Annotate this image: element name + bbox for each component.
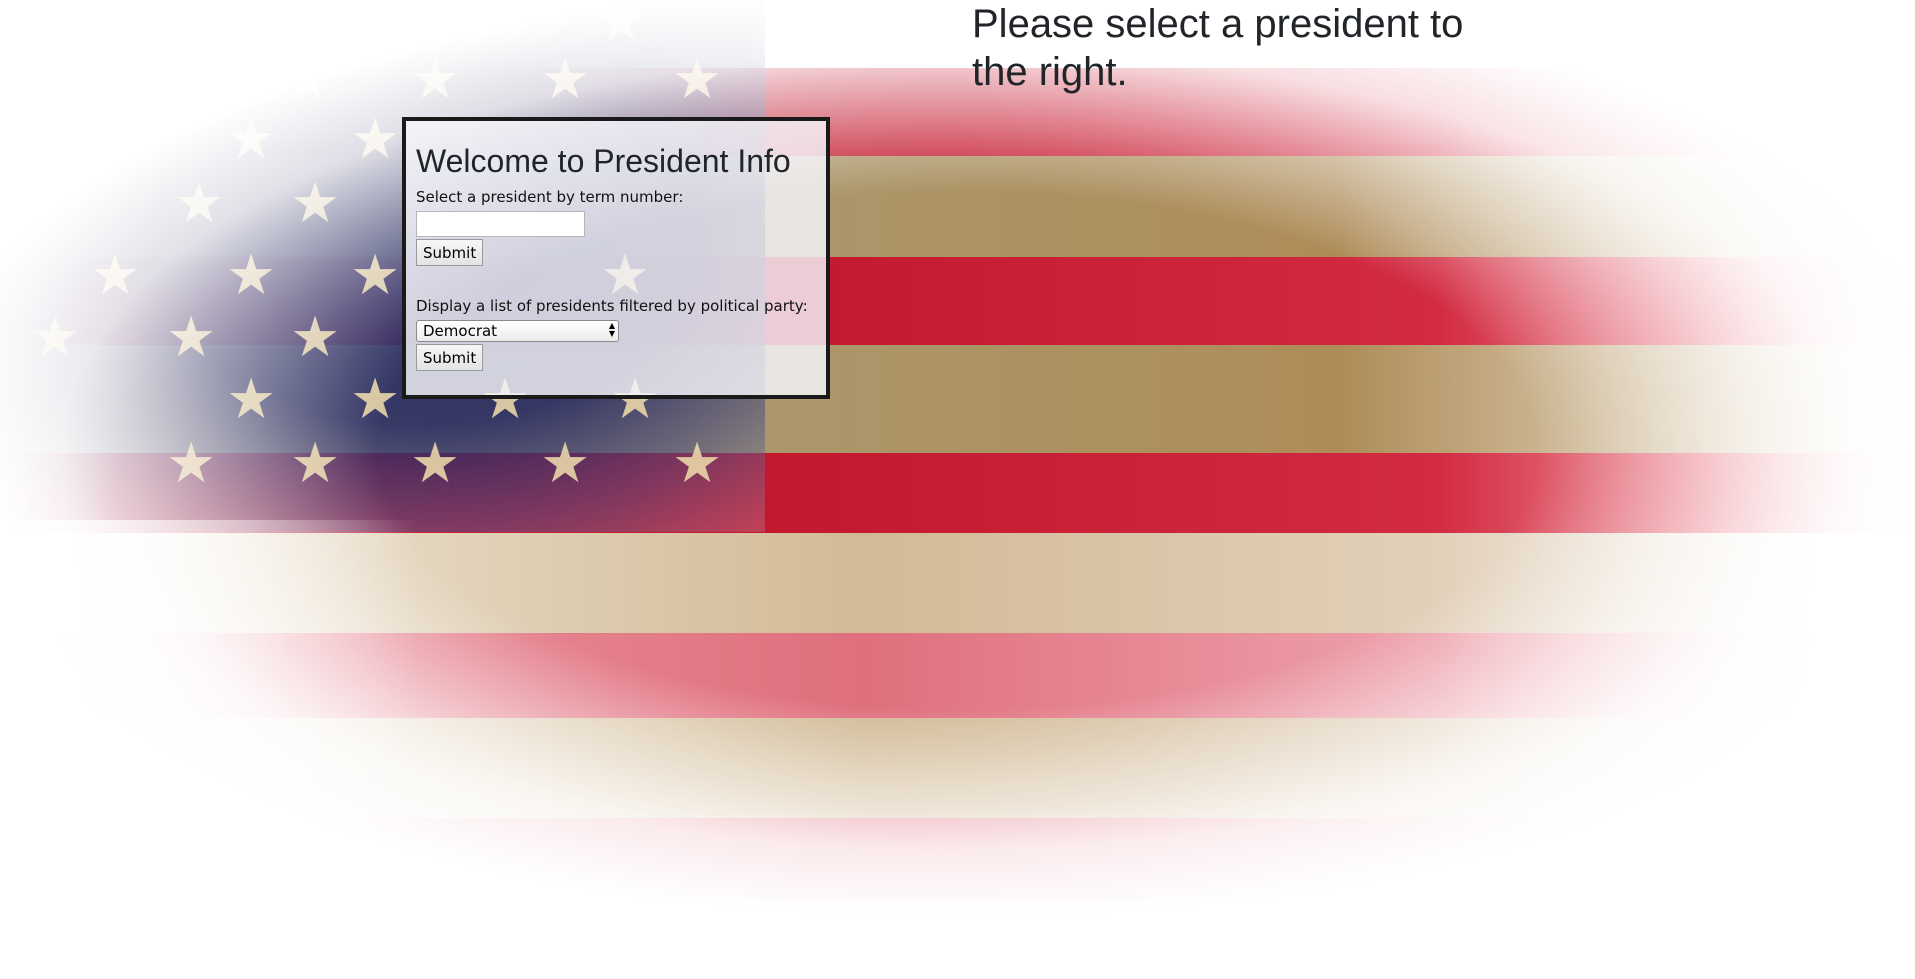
panel-title: Welcome to President Info — [416, 143, 791, 179]
page: ★ ★ ★ ★ ★ ★ ★ ★ ★ ★ ★ ★ ★ ★ ★ ★ ★ ★ ★ ★ … — [0, 0, 1915, 979]
president-info-panel: Welcome to President Info Select a presi… — [402, 117, 830, 399]
select-president-prompt: Please select a president to the right. — [972, 2, 1464, 94]
term-number-label: Select a president by term number: — [416, 188, 684, 206]
term-submit-button[interactable]: Submit — [416, 239, 484, 266]
flag-background-image: ★ ★ ★ ★ ★ ★ ★ ★ ★ ★ ★ ★ ★ ★ ★ ★ ★ ★ ★ ★ … — [0, 0, 1915, 979]
party-select-wrapper: Democrat ▲ ▼ — [416, 320, 619, 342]
party-select[interactable]: Democrat — [416, 320, 619, 342]
party-filter-label: Display a list of presidents filtered by… — [416, 297, 808, 315]
party-submit-button[interactable]: Submit — [416, 344, 484, 371]
term-number-input[interactable] — [416, 211, 585, 237]
